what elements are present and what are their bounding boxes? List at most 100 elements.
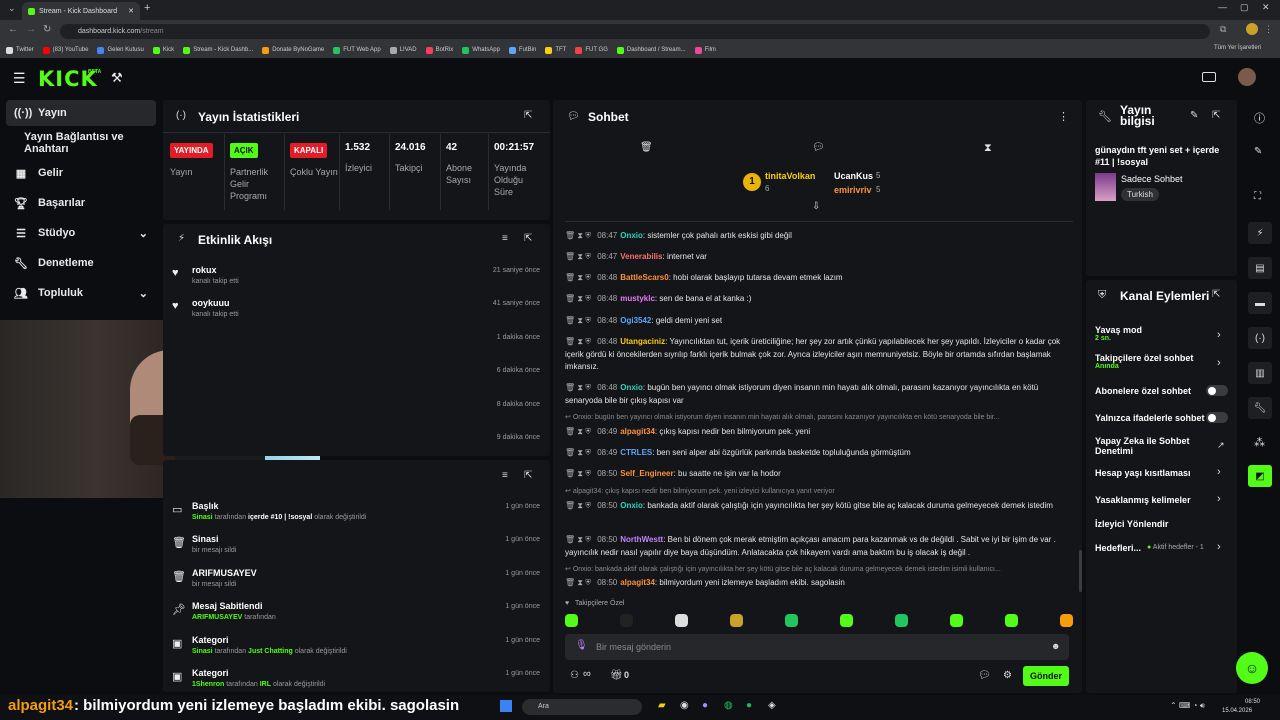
chat-username[interactable]: Ogi3542 [620, 316, 651, 325]
more-icon[interactable]: ⋮ [1058, 110, 1069, 123]
popout-icon[interactable]: ⇱ [524, 470, 532, 481]
mod-tools-icon[interactable]: 🗑︎ ⧗ ⛨ [565, 294, 593, 303]
mod-tools-icon[interactable]: 🗑︎ ⧗ ⛨ [565, 273, 593, 282]
emote-icon[interactable] [895, 614, 908, 627]
chat-input[interactable]: 🎙︎ Bir mesaj gönderin ☻ [565, 634, 1069, 660]
chat-username[interactable]: NorthWestt [620, 535, 663, 544]
taskbar-search[interactable]: Ara [522, 699, 642, 715]
chat-username[interactable]: Venerabilis [620, 252, 662, 261]
bookmark-item[interactable]: Film [694, 46, 716, 54]
chat-username[interactable]: Utangaciniz [620, 337, 665, 346]
wrench-icon[interactable]: 🔧︎ [1248, 397, 1272, 419]
emote-icon[interactable] [620, 614, 633, 627]
collapse-icon[interactable]: ⇩ [812, 201, 820, 212]
bookmark-item[interactable]: FUT Web App [333, 46, 381, 54]
chat-username[interactable]: Onxio [620, 383, 643, 392]
mod-log-user[interactable]: Sinasi [192, 514, 213, 521]
chat-reply-context[interactable]: ↩ alpagit34: çıkış kapısı nedir ben bilm… [565, 487, 1073, 495]
activity-username[interactable]: rokux [192, 265, 217, 275]
leader-name[interactable]: tinitaVolkan [765, 171, 815, 181]
mod-tools-icon[interactable]: 🗑︎ ⧗ ⛨ [565, 535, 593, 544]
menu-icon[interactable]: ⋮ [1264, 24, 1273, 35]
sidebar-item-moderation[interactable]: 🔧︎ Denetleme [6, 250, 156, 276]
spotify-icon[interactable]: ● [746, 700, 752, 711]
chevron-right-icon[interactable]: › [1217, 541, 1221, 553]
mod-tools-icon[interactable]: 🗑︎ ⧗ ⛨ [565, 252, 593, 261]
forward-icon[interactable]: → [26, 24, 36, 35]
leader-name[interactable]: UcanKus [834, 171, 873, 181]
chevron-right-icon[interactable]: › [1217, 357, 1221, 369]
mod-tools-icon[interactable]: 🗑︎ ⧗ ⛨ [565, 427, 593, 436]
chrome-icon[interactable]: ◍ [724, 700, 733, 711]
popout-icon[interactable]: ⇱ [524, 110, 532, 121]
emote-icon[interactable] [730, 614, 743, 627]
emote-icon[interactable] [1005, 614, 1018, 627]
chat-username[interactable]: mustyklc [620, 294, 655, 303]
bookmark-item[interactable]: Kick [152, 46, 174, 54]
account-age-label[interactable]: Hesap yaşı kısıtlaması [1095, 468, 1191, 478]
discord-icon[interactable]: ● [702, 700, 708, 711]
gear-icon[interactable]: ⚙︎ [1003, 670, 1012, 681]
chat-username[interactable]: BattleScars0 [620, 273, 668, 282]
bookmark-item[interactable]: FutBin [508, 46, 536, 54]
bookmark-item[interactable]: WhatsApp [462, 46, 500, 54]
emote-icon[interactable] [950, 614, 963, 627]
mod-tools-icon[interactable]: 🗑︎ ⧗ ⛨ [565, 337, 593, 346]
mod-tools-icon[interactable]: 🗑︎ ⧗ ⛨ [565, 383, 593, 392]
bookmark-item[interactable]: (83) YouTube [42, 46, 88, 54]
maximize-icon[interactable]: ▢ [1240, 2, 1249, 13]
sidebar-item-revenue[interactable]: ▦ Gelir [6, 160, 156, 186]
close-window-icon[interactable]: ✕ [1262, 2, 1270, 13]
chevron-right-icon[interactable]: › [1217, 493, 1221, 505]
tab-search-icon[interactable]: ⌄ [8, 3, 16, 14]
hourglass-icon[interactable]: ⧗ [984, 142, 992, 155]
system-tray-icons[interactable]: ⌃ ⌨ ◔ 🔊︎ [1170, 701, 1205, 711]
banned-words-label[interactable]: Yasaklanmış kelimeler [1095, 495, 1191, 505]
lightning-icon[interactable]: ⚡︎ [1248, 222, 1272, 244]
mod-log-user[interactable]: 1Shenron [192, 681, 224, 688]
browser-tab[interactable]: Stream - Kick Dashboard ✕ [22, 2, 140, 20]
bookmark-item[interactable]: Donate ByNoGame [262, 46, 324, 54]
wallet-icon[interactable] [1202, 72, 1216, 82]
emote-icon[interactable] [675, 614, 688, 627]
sidebar-item-stream-key[interactable]: Yayın Bağlantısı ve Anahtarı [6, 130, 156, 156]
chat-username[interactable]: CTRLES [620, 448, 652, 457]
list-icon[interactable]: ▥ [1248, 362, 1272, 384]
windows-start-icon[interactable] [500, 700, 512, 712]
ai-moderation-label[interactable]: Yapay Zeka ile Sohbet Denetimi [1095, 436, 1200, 456]
filter-icon[interactable]: ≡ [502, 470, 508, 481]
mod-tools-icon[interactable]: 🗑︎ ⧗ ⛨ [565, 578, 593, 587]
popout-icon[interactable]: ⇱ [1212, 289, 1220, 300]
edit-icon[interactable]: ✎ [1254, 146, 1262, 157]
trash-icon[interactable]: 🗑︎ [640, 142, 653, 153]
emote-icon[interactable] [785, 614, 798, 627]
bookmark-item[interactable]: LIVAD [389, 46, 417, 54]
emote-icon[interactable] [565, 614, 578, 627]
bookmark-item[interactable]: BotRix [425, 46, 453, 54]
category-name[interactable]: Sadece Sohbet [1121, 174, 1183, 184]
bookmark-item[interactable]: FUT GG [575, 46, 608, 54]
chat-username[interactable]: Onxio [620, 231, 643, 240]
subs-only-toggle[interactable] [1206, 385, 1228, 396]
app-icon[interactable]: ◉ [680, 700, 689, 711]
bookmark-item[interactable]: Dashboard / Stream... [616, 46, 686, 54]
sidebar-item-community[interactable]: 👥︎ Topluluk ⌄ [6, 280, 156, 306]
new-tab-icon[interactable]: + [144, 2, 150, 14]
chevron-right-icon[interactable]: › [1217, 466, 1221, 478]
popout-icon[interactable]: ⇱ [1212, 110, 1220, 121]
users-icon[interactable]: ⚇ [570, 670, 579, 681]
bookmark-item[interactable]: TFT [545, 46, 566, 54]
chat-reply-context[interactable]: ↩ Onxio: bugün ben yayıncı olmak istiyor… [565, 413, 1073, 421]
chat-reply-context[interactable]: ↩ Onxio: bankada aktif olarak çalıştığı … [565, 565, 1073, 573]
activity-username[interactable]: ooykuuu [192, 298, 230, 308]
emoji-icon[interactable]: ☻ [1051, 641, 1060, 651]
chat-bubble-icon[interactable]: 💬︎ [978, 670, 991, 681]
chat-bubble-icon[interactable]: 💬︎ [812, 142, 825, 153]
mod-tools-icon[interactable]: 🗑︎ ⧗ ⛨ [565, 316, 593, 325]
support-chat-icon[interactable]: ☺ [1236, 652, 1268, 684]
popout-icon[interactable]: ⇱ [524, 233, 532, 244]
address-bar[interactable]: dashboard.kick.com/stream [60, 24, 1210, 39]
sidebar-item-studio[interactable]: ☰ Stüdyo ⌄ [6, 220, 156, 246]
edit-icon[interactable]: ✎ [1190, 110, 1198, 121]
mod-tools-icon[interactable]: 🗑︎ ⧗ ⛨ [565, 469, 593, 478]
